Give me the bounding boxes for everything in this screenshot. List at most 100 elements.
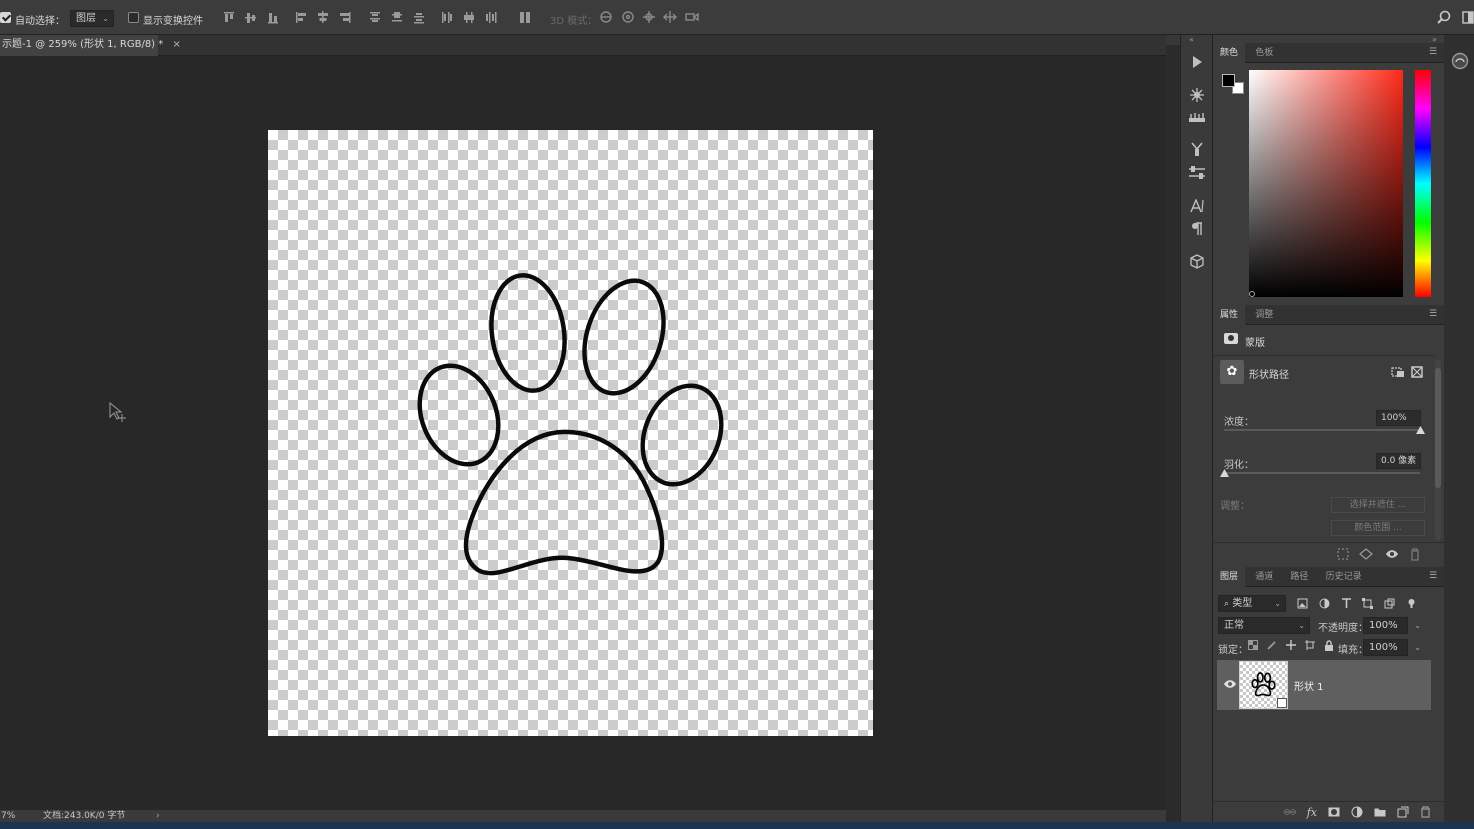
add-mask-icon[interactable] bbox=[1328, 807, 1340, 817]
fill-field[interactable]: 100% ⌄ bbox=[1363, 639, 1421, 656]
chevron-down-icon: ⌄ bbox=[102, 14, 109, 23]
trash-icon[interactable] bbox=[1409, 548, 1421, 561]
chevron-down-icon: ⌄ bbox=[1298, 621, 1305, 630]
auto-align-icon bbox=[520, 12, 530, 23]
chevron-down-icon[interactable]: ⌄ bbox=[1414, 618, 1421, 633]
tab-layers[interactable]: 图层 bbox=[1213, 567, 1246, 587]
auto-select-checkbox[interactable] bbox=[0, 12, 11, 23]
play-icon[interactable] bbox=[1190, 55, 1204, 69]
opacity-field[interactable]: 100% ⌄ bbox=[1363, 617, 1421, 634]
lock-position-icon[interactable] bbox=[1286, 640, 1296, 650]
color-picker-marker[interactable] bbox=[1249, 291, 1255, 297]
libraries-icon[interactable] bbox=[1451, 52, 1469, 70]
brush-settings-icon[interactable] bbox=[1189, 87, 1205, 103]
foreground-color-swatch[interactable] bbox=[1222, 74, 1235, 87]
3d-cube-icon[interactable] bbox=[1189, 254, 1205, 270]
adjustment-layer-filter-icon[interactable] bbox=[1319, 598, 1330, 609]
shape-path-label: 形状路径 bbox=[1249, 370, 1289, 381]
layer-thumbnail[interactable] bbox=[1239, 661, 1288, 709]
3d-mode-buttons[interactable] bbox=[598, 9, 704, 25]
tab-color[interactable]: 颜色 bbox=[1213, 43, 1246, 63]
density-field[interactable]: 100% bbox=[1376, 410, 1421, 426]
tab-channels[interactable]: 通道 bbox=[1248, 567, 1280, 587]
search-icon[interactable] bbox=[1436, 10, 1452, 26]
blend-mode-dropdown[interactable]: 正常 ⌄ bbox=[1218, 617, 1310, 634]
lock-icons bbox=[1248, 640, 1334, 652]
color-field[interactable] bbox=[1249, 70, 1403, 297]
align-left-icon bbox=[296, 12, 306, 23]
selection-from-mask-icon[interactable] bbox=[1337, 548, 1349, 560]
document-canvas[interactable] bbox=[268, 130, 873, 736]
shape-layer-filter-icon[interactable] bbox=[1362, 597, 1374, 609]
color-range-button[interactable]: 颜色范围 ... bbox=[1331, 520, 1425, 536]
new-layer-icon[interactable] bbox=[1397, 806, 1409, 818]
select-and-mask-button[interactable]: 选择并遮住 ... bbox=[1331, 497, 1425, 513]
chevron-down-icon[interactable]: ⌄ bbox=[1414, 640, 1421, 655]
status-menu-arrow[interactable]: › bbox=[156, 810, 160, 822]
pixel-layer-filter-icon[interactable] bbox=[1297, 598, 1308, 609]
lock-pixels-icon[interactable] bbox=[1267, 640, 1277, 650]
panel-menu-icon[interactable]: ☰ bbox=[1429, 571, 1439, 581]
expand-arrows-icon[interactable]: » bbox=[1432, 35, 1437, 44]
character-icon[interactable] bbox=[1190, 199, 1206, 213]
taskbar-strip bbox=[0, 822, 1474, 829]
workspace-icon[interactable] bbox=[1462, 10, 1474, 26]
tab-paths[interactable]: 路径 bbox=[1283, 567, 1315, 587]
paw-pad bbox=[463, 429, 665, 576]
eye-icon[interactable] bbox=[1385, 548, 1399, 560]
tab-properties[interactable]: 属性 bbox=[1213, 305, 1246, 325]
close-icon[interactable]: × bbox=[172, 39, 180, 50]
right-panel-dock: 颜色 色板 ☰ 属性 调整 ☰ 蒙版 ✿ 形状路径 浓度： 100% 羽化： 0… bbox=[1212, 35, 1445, 822]
auto-select-dropdown[interactable]: 图层 ⌄ bbox=[70, 10, 114, 27]
blend-mode-value: 正常 bbox=[1224, 620, 1244, 631]
new-adjustment-layer-icon[interactable] bbox=[1351, 806, 1363, 818]
apply-mask-icon[interactable] bbox=[1410, 365, 1424, 379]
brush-presets-icon[interactable] bbox=[1188, 111, 1206, 123]
paragraph-icon[interactable] bbox=[1191, 222, 1203, 236]
tab-swatches[interactable]: 色板 bbox=[1248, 43, 1280, 63]
align-buttons-group[interactable] bbox=[222, 10, 352, 26]
smart-object-filter-icon[interactable] bbox=[1384, 598, 1395, 609]
fill-value: 100% bbox=[1369, 642, 1398, 653]
document-tab[interactable]: 示题-1 @ 259% (形状 1, RGB/8) * × bbox=[0, 35, 181, 56]
collapse-arrows-icon[interactable]: « bbox=[1189, 35, 1194, 44]
layer-row[interactable]: 形状 1 bbox=[1217, 660, 1431, 710]
layer-filter-dropdown[interactable]: ⌕ 类型 ⌄ bbox=[1218, 595, 1286, 612]
shape-path-icon[interactable]: ✿ bbox=[1220, 360, 1244, 384]
distribute-buttons-group[interactable] bbox=[368, 10, 538, 26]
adjust-sliders-icon[interactable] bbox=[1188, 165, 1206, 181]
feather-slider[interactable] bbox=[1224, 472, 1420, 474]
show-transform-checkbox[interactable] bbox=[128, 12, 139, 23]
hue-slider[interactable] bbox=[1415, 70, 1431, 297]
layer-name[interactable]: 形状 1 bbox=[1294, 678, 1324, 693]
fx-icon[interactable]: fx bbox=[1307, 806, 1317, 819]
paw-shape-layer[interactable] bbox=[268, 130, 873, 736]
filter-toggle-icon[interactable] bbox=[1406, 598, 1417, 609]
tab-history[interactable]: 历史记录 bbox=[1319, 567, 1369, 587]
panel-menu-icon[interactable]: ☰ bbox=[1429, 309, 1439, 319]
refine-label: 调整： bbox=[1220, 501, 1250, 512]
lock-artboard-icon[interactable] bbox=[1305, 640, 1315, 650]
type-layer-filter-icon[interactable] bbox=[1341, 597, 1352, 609]
load-selection-icon[interactable] bbox=[1391, 365, 1405, 379]
density-slider-thumb[interactable] bbox=[1415, 426, 1425, 435]
panel-menu-icon[interactable]: ☰ bbox=[1429, 47, 1439, 57]
new-group-icon[interactable] bbox=[1374, 807, 1386, 817]
lock-transparent-icon[interactable] bbox=[1248, 640, 1258, 650]
link-layers-icon[interactable] bbox=[1283, 807, 1296, 817]
feather-slider-thumb[interactable] bbox=[1219, 469, 1229, 478]
feather-field[interactable]: 0.0 像素 bbox=[1376, 453, 1421, 469]
zoom-level[interactable]: 7% bbox=[1, 810, 15, 822]
tab-adjustments[interactable]: 调整 bbox=[1248, 305, 1280, 325]
properties-scrollbar[interactable] bbox=[1435, 360, 1441, 540]
lock-all-icon[interactable] bbox=[1324, 640, 1334, 651]
eye-icon[interactable] bbox=[1223, 679, 1237, 689]
delete-layer-icon[interactable] bbox=[1420, 806, 1431, 818]
lock-label: 锁定： bbox=[1218, 645, 1248, 656]
clone-source-icon[interactable] bbox=[1189, 141, 1205, 157]
apply-mask-footer-icon[interactable] bbox=[1359, 548, 1373, 560]
density-slider[interactable] bbox=[1224, 429, 1420, 431]
opacity-value: 100% bbox=[1369, 620, 1398, 631]
density-label: 浓度： bbox=[1224, 417, 1254, 428]
mask-label: 蒙版 bbox=[1245, 338, 1265, 349]
